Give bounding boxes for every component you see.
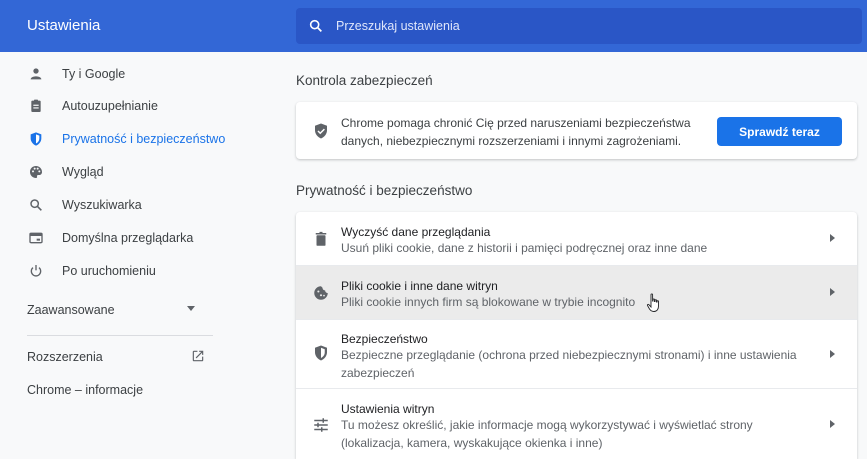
advanced-label: Zaawansowane xyxy=(27,303,115,317)
sidebar-item-label: Autouzupełnianie xyxy=(62,98,158,113)
search-box[interactable] xyxy=(296,8,862,44)
safety-check-description: Chrome pomaga chronić Cię przed naruszen… xyxy=(341,116,691,148)
browser-window-icon xyxy=(29,232,43,243)
about-label: Chrome – informacje xyxy=(27,383,144,397)
safety-check-title: Kontrola zabezpieczeń xyxy=(296,73,433,88)
sidebar-item-label: Domyślna przeglądarka xyxy=(62,230,194,245)
sidebar-item-default-browser[interactable]: Domyślna przeglądarka xyxy=(0,221,230,254)
clipboard-icon xyxy=(31,99,41,112)
safety-check-card: Chrome pomaga chronić Cię przed naruszen… xyxy=(296,102,857,159)
cookie-icon xyxy=(314,286,328,300)
sidebar-item-label: Wygląd xyxy=(62,164,104,179)
sliders-icon xyxy=(314,418,328,432)
cookies-row[interactable]: Pliki cookie i inne dane witryn Pliki co… xyxy=(296,266,857,319)
chevron-right-icon xyxy=(830,234,835,242)
sidebar-item-autofill[interactable]: Autouzupełnianie xyxy=(0,89,230,122)
sidebar-item-privacy[interactable]: Prywatność i bezpieczeństwo xyxy=(0,122,230,155)
site-settings-row[interactable]: Ustawienia witryn Tu możesz określić, ja… xyxy=(296,389,857,459)
check-now-button[interactable]: Sprawdź teraz xyxy=(717,117,842,146)
about-chrome-link[interactable]: Chrome – informacje xyxy=(27,379,213,401)
search-input[interactable] xyxy=(334,18,818,34)
power-icon xyxy=(30,264,42,276)
row-title: Bezpieczeństwo xyxy=(341,332,428,346)
top-bar: Ustawienia xyxy=(0,0,867,52)
row-title: Ustawienia witryn xyxy=(341,402,435,416)
search-icon xyxy=(309,19,322,32)
app-title: Ustawienia xyxy=(27,17,101,34)
sidebar-item-label: Wyszukiwarka xyxy=(62,197,142,212)
advanced-toggle[interactable]: Zaawansowane xyxy=(27,299,207,321)
sidebar-item-label: Po uruchomieniu xyxy=(62,263,156,278)
row-title: Pliki cookie i inne dane witryn xyxy=(341,279,498,293)
sidebar-item-you-and-google[interactable]: Ty i Google xyxy=(0,57,230,90)
sidebar: Ty i Google Autouzupełnianie Prywatność … xyxy=(0,52,230,459)
row-subtitle: Pliki cookie innych firm są blokowane w … xyxy=(341,295,636,309)
palette-icon xyxy=(30,165,42,178)
row-title: Wyczyść dane przeglądania xyxy=(341,225,491,239)
chevron-down-icon xyxy=(187,306,195,311)
person-icon xyxy=(30,67,42,79)
sidebar-item-on-startup[interactable]: Po uruchomieniu xyxy=(0,254,230,287)
row-subtitle: Usuń pliki cookie, dane z historii i pam… xyxy=(341,241,708,255)
shield-icon xyxy=(30,131,42,146)
chevron-right-icon xyxy=(830,350,835,358)
chevron-right-icon xyxy=(830,288,835,296)
privacy-section-title: Prywatność i bezpieczeństwo xyxy=(296,183,473,198)
sidebar-divider xyxy=(27,335,213,336)
trash-icon xyxy=(315,231,327,246)
row-subtitle: Tu możesz określić, jakie informacje mog… xyxy=(341,418,753,450)
sidebar-item-label: Ty i Google xyxy=(62,66,126,81)
search-icon xyxy=(30,198,42,211)
security-shield-icon xyxy=(315,345,327,361)
chevron-right-icon xyxy=(830,420,835,428)
security-row[interactable]: Bezpieczeństwo Bezpieczne przeglądanie (… xyxy=(296,320,857,388)
extensions-label: Rozszerzenia xyxy=(27,350,103,364)
hand-cursor-icon xyxy=(646,293,659,312)
sidebar-item-label: Prywatność i bezpieczeństwo xyxy=(62,131,226,146)
shield-check-icon xyxy=(315,123,327,139)
extensions-link[interactable]: Rozszerzenia xyxy=(27,346,213,368)
row-subtitle: Bezpieczne przeglądanie (ochrona przed n… xyxy=(341,348,797,380)
sidebar-item-search-engine[interactable]: Wyszukiwarka xyxy=(0,188,230,221)
sidebar-item-appearance[interactable]: Wygląd xyxy=(0,155,230,188)
open-in-new-icon xyxy=(192,350,204,362)
clear-browsing-data-row[interactable]: Wyczyść dane przeglądania Usuń pliki coo… xyxy=(296,212,857,265)
privacy-card: Wyczyść dane przeglądania Usuń pliki coo… xyxy=(296,212,857,459)
